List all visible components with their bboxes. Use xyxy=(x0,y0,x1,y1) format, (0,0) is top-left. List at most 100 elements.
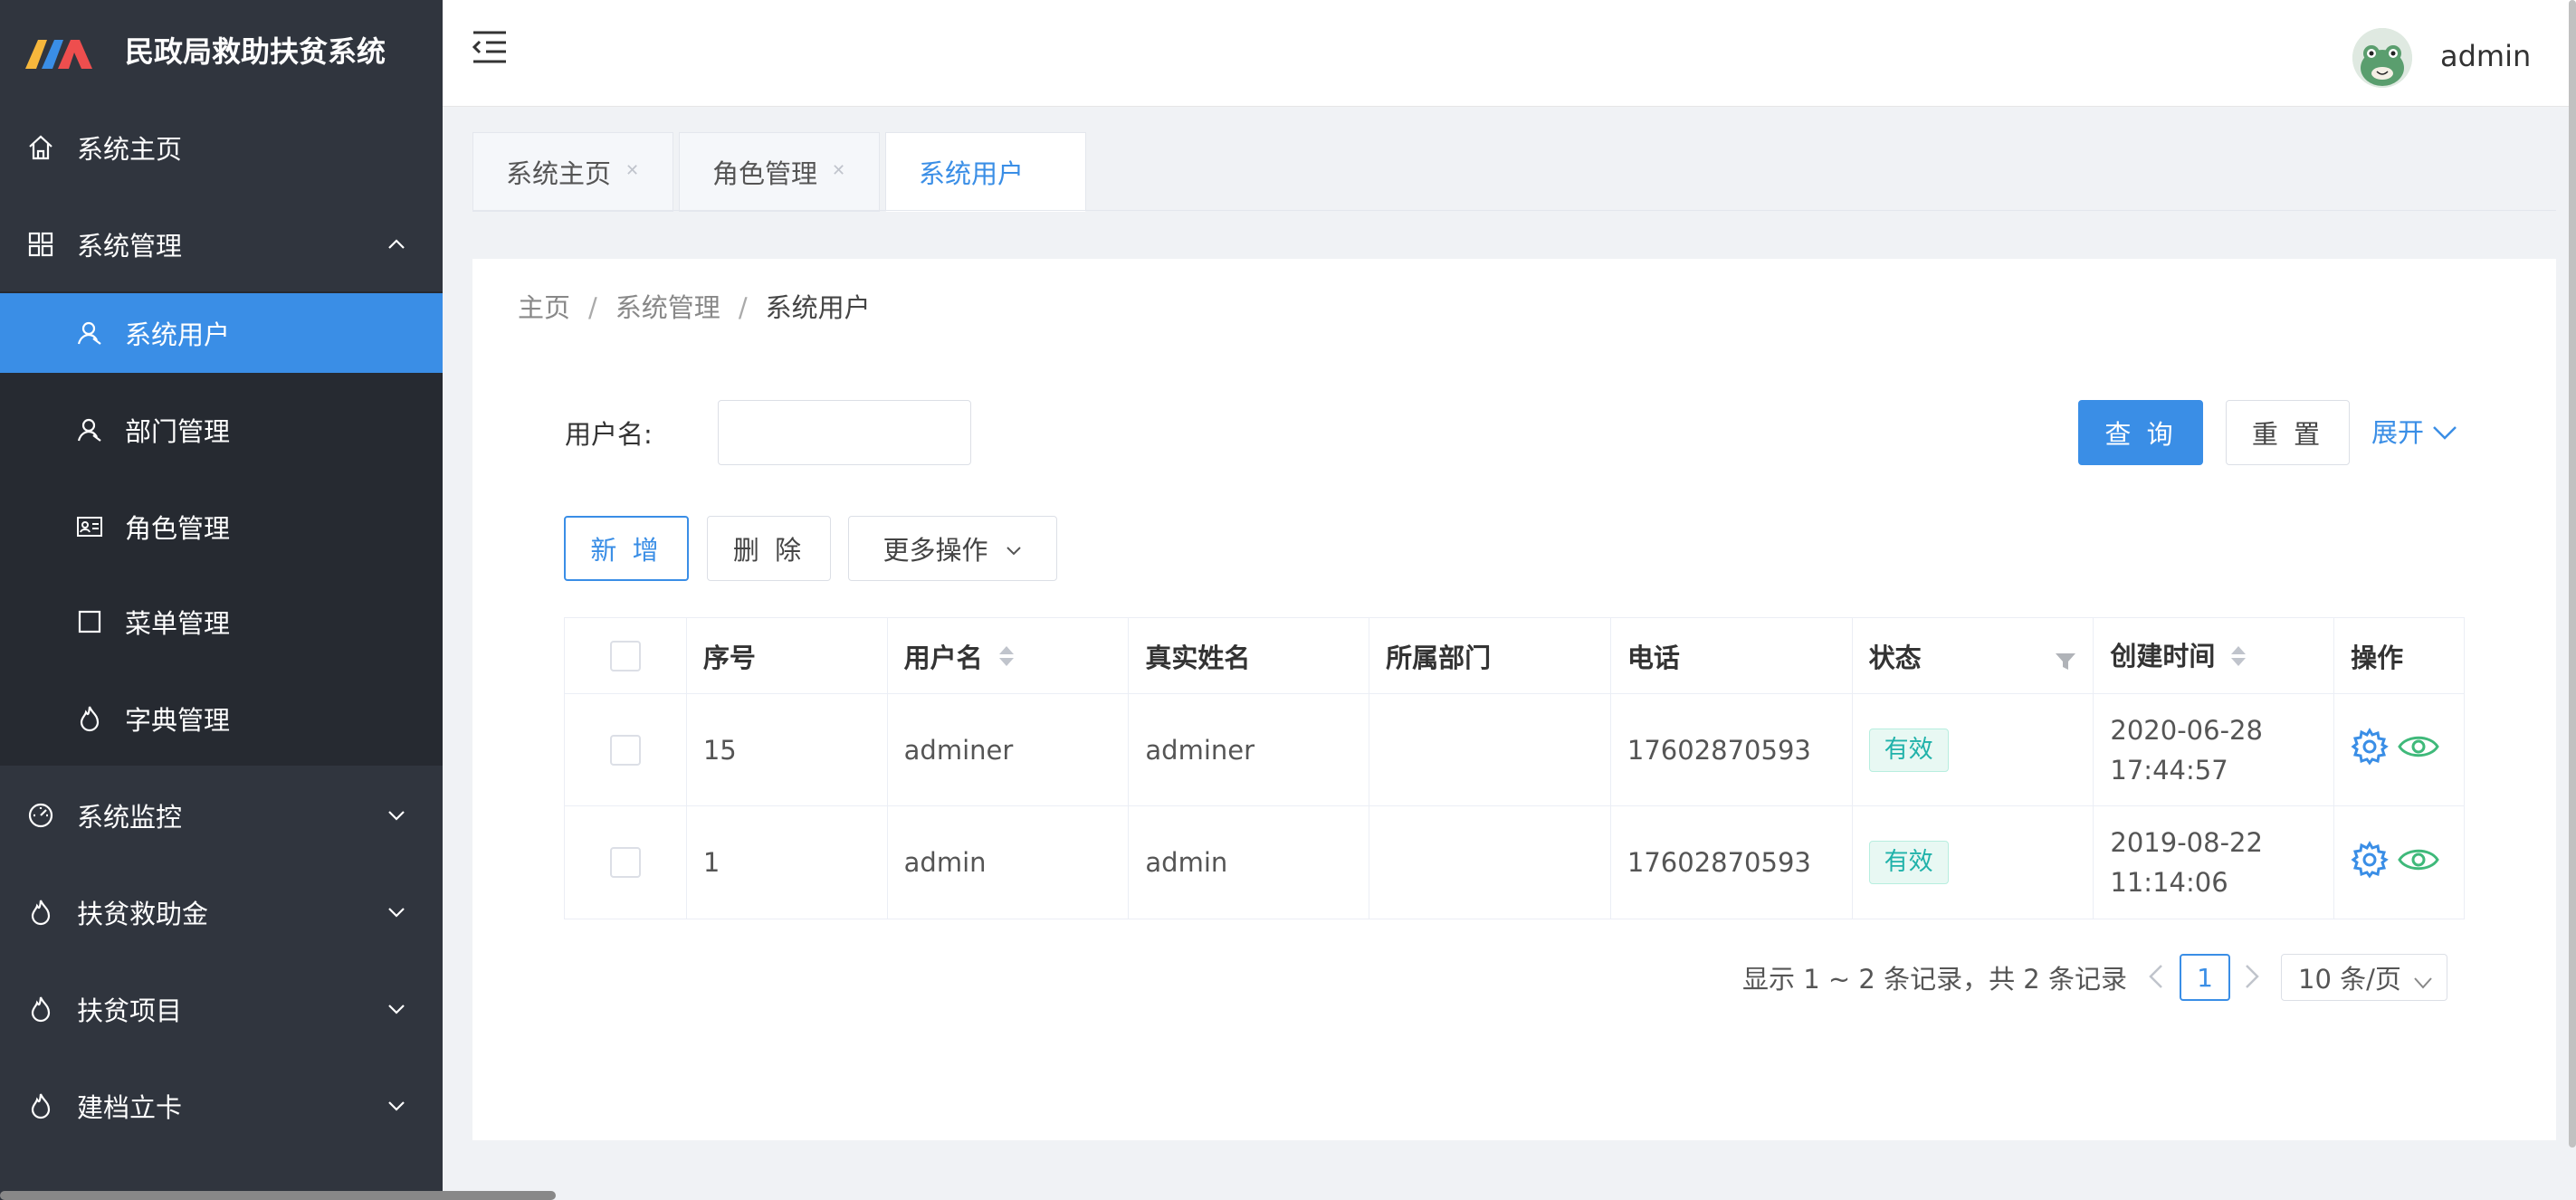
sidebar-item-label: 系统主页 xyxy=(77,134,183,165)
row-checkbox[interactable] xyxy=(609,734,641,766)
column-header-username[interactable]: 用户名 xyxy=(888,618,1130,693)
tab-system-users[interactable]: 系统用户 xyxy=(885,132,1086,212)
delete-button[interactable]: 删 除 xyxy=(707,516,831,581)
column-header: 所属部门 xyxy=(1369,618,1611,693)
select-all-checkbox[interactable] xyxy=(609,640,641,671)
tab-label: 角色管理 xyxy=(712,158,818,189)
chevron-left-icon[interactable] xyxy=(2147,963,2165,990)
expand-toggle[interactable]: 展开 xyxy=(2371,413,2458,452)
settings-gear-icon[interactable] xyxy=(2351,728,2389,772)
sidebar-item-menus[interactable]: 菜单管理 xyxy=(0,582,443,662)
cell-dept xyxy=(1369,694,1611,805)
tab-home[interactable]: 系统主页 ✕ xyxy=(472,132,673,212)
column-header-created[interactable]: 创建时间 xyxy=(2094,618,2335,693)
column-header: 操作 xyxy=(2351,642,2404,673)
more-actions-label: 更多操作 xyxy=(883,535,988,566)
expand-label: 展开 xyxy=(2371,417,2425,448)
reset-button[interactable]: 重 置 xyxy=(2226,400,2350,465)
cell-phone: 17602870593 xyxy=(1611,806,1853,919)
header-checkbox-cell xyxy=(565,618,687,693)
chevron-down-icon xyxy=(2431,413,2458,452)
close-icon[interactable]: ✕ xyxy=(832,162,850,180)
breadcrumb-current: 系统用户 xyxy=(765,292,871,323)
vertical-scrollbar[interactable] xyxy=(2569,0,2576,1148)
eye-icon[interactable] xyxy=(2398,845,2439,881)
row-checkbox-cell xyxy=(565,694,687,805)
close-icon[interactable]: ✕ xyxy=(625,162,644,180)
pagination-summary: 显示 1 ~ 2 条记录，共 2 条记录 xyxy=(1742,964,2127,995)
breadcrumb-parent[interactable]: 系统管理 xyxy=(615,288,720,328)
table-header: 序号 用户名 真实姓名 所属部门 电话 状态 创建时间 操作 xyxy=(565,618,2464,694)
cell-username: admin xyxy=(888,806,1130,919)
cell-status: 有效 xyxy=(1853,694,2094,805)
menu-fold-icon[interactable] xyxy=(470,27,510,67)
tab-label: 系统主页 xyxy=(506,158,612,189)
fire-icon xyxy=(74,703,105,734)
fire-icon xyxy=(25,994,56,1024)
horizontal-scrollbar[interactable] xyxy=(0,1191,556,1200)
column-header: 电话 xyxy=(1611,618,1853,693)
chevron-down-icon xyxy=(386,999,406,1019)
sidebar-item-roles[interactable]: 角色管理 xyxy=(0,487,443,567)
row-checkbox[interactable] xyxy=(609,847,641,878)
username-input[interactable] xyxy=(718,400,971,465)
cell-phone: 17602870593 xyxy=(1611,694,1853,805)
query-button[interactable]: 查 询 xyxy=(2078,400,2203,465)
grid-icon xyxy=(25,229,56,260)
more-actions-dropdown[interactable]: 更多操作 xyxy=(848,516,1057,581)
cell-realname: admin xyxy=(1129,806,1370,919)
sidebar-item-label: 扶贫项目 xyxy=(77,995,183,1026)
square-icon xyxy=(74,606,105,637)
chevron-up-icon xyxy=(386,234,406,254)
created-time: 17:44:57 xyxy=(2110,754,2228,786)
app-title: 民政局救助扶贫系统 xyxy=(125,34,386,69)
chevron-down-icon xyxy=(1005,533,1023,564)
sidebar-item-label: 角色管理 xyxy=(125,513,231,544)
sidebar-item-label: 菜单管理 xyxy=(125,608,231,639)
cell-realname: adminer xyxy=(1129,694,1370,805)
page-size-value: 10 条/页 xyxy=(2298,964,2401,995)
sidebar-item-system-users[interactable]: 系统用户 xyxy=(0,293,443,373)
user-icon xyxy=(74,318,105,348)
app-logo xyxy=(25,27,94,78)
table-row: 15 adminer adminer 17602870593 有效 2020-0… xyxy=(565,694,2464,806)
top-bar xyxy=(443,0,2576,107)
sidebar-item-label: 部门管理 xyxy=(125,416,231,447)
cell-actions xyxy=(2334,806,2464,919)
cell-actions xyxy=(2334,694,2464,805)
sidebar-item-relief-funds[interactable]: 扶贫救助金 xyxy=(0,872,443,952)
add-button[interactable]: 新 增 xyxy=(564,516,689,581)
sidebar-item-label: 系统管理 xyxy=(77,231,183,262)
cell-created: 2019-08-22 11:14:06 xyxy=(2094,806,2335,919)
cell-username: adminer xyxy=(888,694,1130,805)
avatar[interactable] xyxy=(2352,28,2412,88)
chevron-right-icon[interactable] xyxy=(2243,963,2261,990)
breadcrumb-separator: / xyxy=(738,292,748,323)
sidebar-item-dictionary[interactable]: 字典管理 xyxy=(0,679,443,758)
column-header: 真实姓名 xyxy=(1129,618,1370,693)
page-size-select[interactable]: 10 条/页 xyxy=(2281,954,2447,1001)
table-row: 1 admin admin 17602870593 有效 2019-08-22 … xyxy=(565,806,2464,919)
sidebar-item-home[interactable]: 系统主页 xyxy=(0,108,443,187)
sidebar-item-system-management[interactable]: 系统管理 xyxy=(0,205,443,284)
tab-roles[interactable]: 角色管理 ✕ xyxy=(679,132,880,212)
user-name[interactable]: admin xyxy=(2440,36,2531,76)
breadcrumb-home[interactable]: 主页 xyxy=(518,288,570,328)
row-checkbox-cell xyxy=(565,806,687,919)
cell-id: 1 xyxy=(687,806,888,919)
tab-label: 系统用户 xyxy=(919,158,1025,189)
sidebar-item-projects[interactable]: 扶贫项目 xyxy=(0,969,443,1049)
sort-icon[interactable] xyxy=(2231,645,2247,666)
settings-gear-icon[interactable] xyxy=(2351,840,2389,885)
tab-bar: 系统主页 ✕ 角色管理 ✕ 系统用户 xyxy=(472,132,1092,212)
status-badge: 有效 xyxy=(1868,841,1949,884)
filter-icon[interactable] xyxy=(2055,647,2076,678)
sidebar-item-archive-card[interactable]: 建档立卡 xyxy=(0,1066,443,1146)
sidebar-item-departments[interactable]: 部门管理 xyxy=(0,390,443,470)
sort-icon[interactable] xyxy=(998,645,1014,666)
sidebar-item-monitor[interactable]: 系统监控 xyxy=(0,776,443,855)
eye-icon[interactable] xyxy=(2398,732,2439,767)
divider xyxy=(472,210,2556,211)
created-date: 2019-08-22 xyxy=(2110,827,2263,858)
page-number-current[interactable]: 1 xyxy=(2180,954,2230,1001)
